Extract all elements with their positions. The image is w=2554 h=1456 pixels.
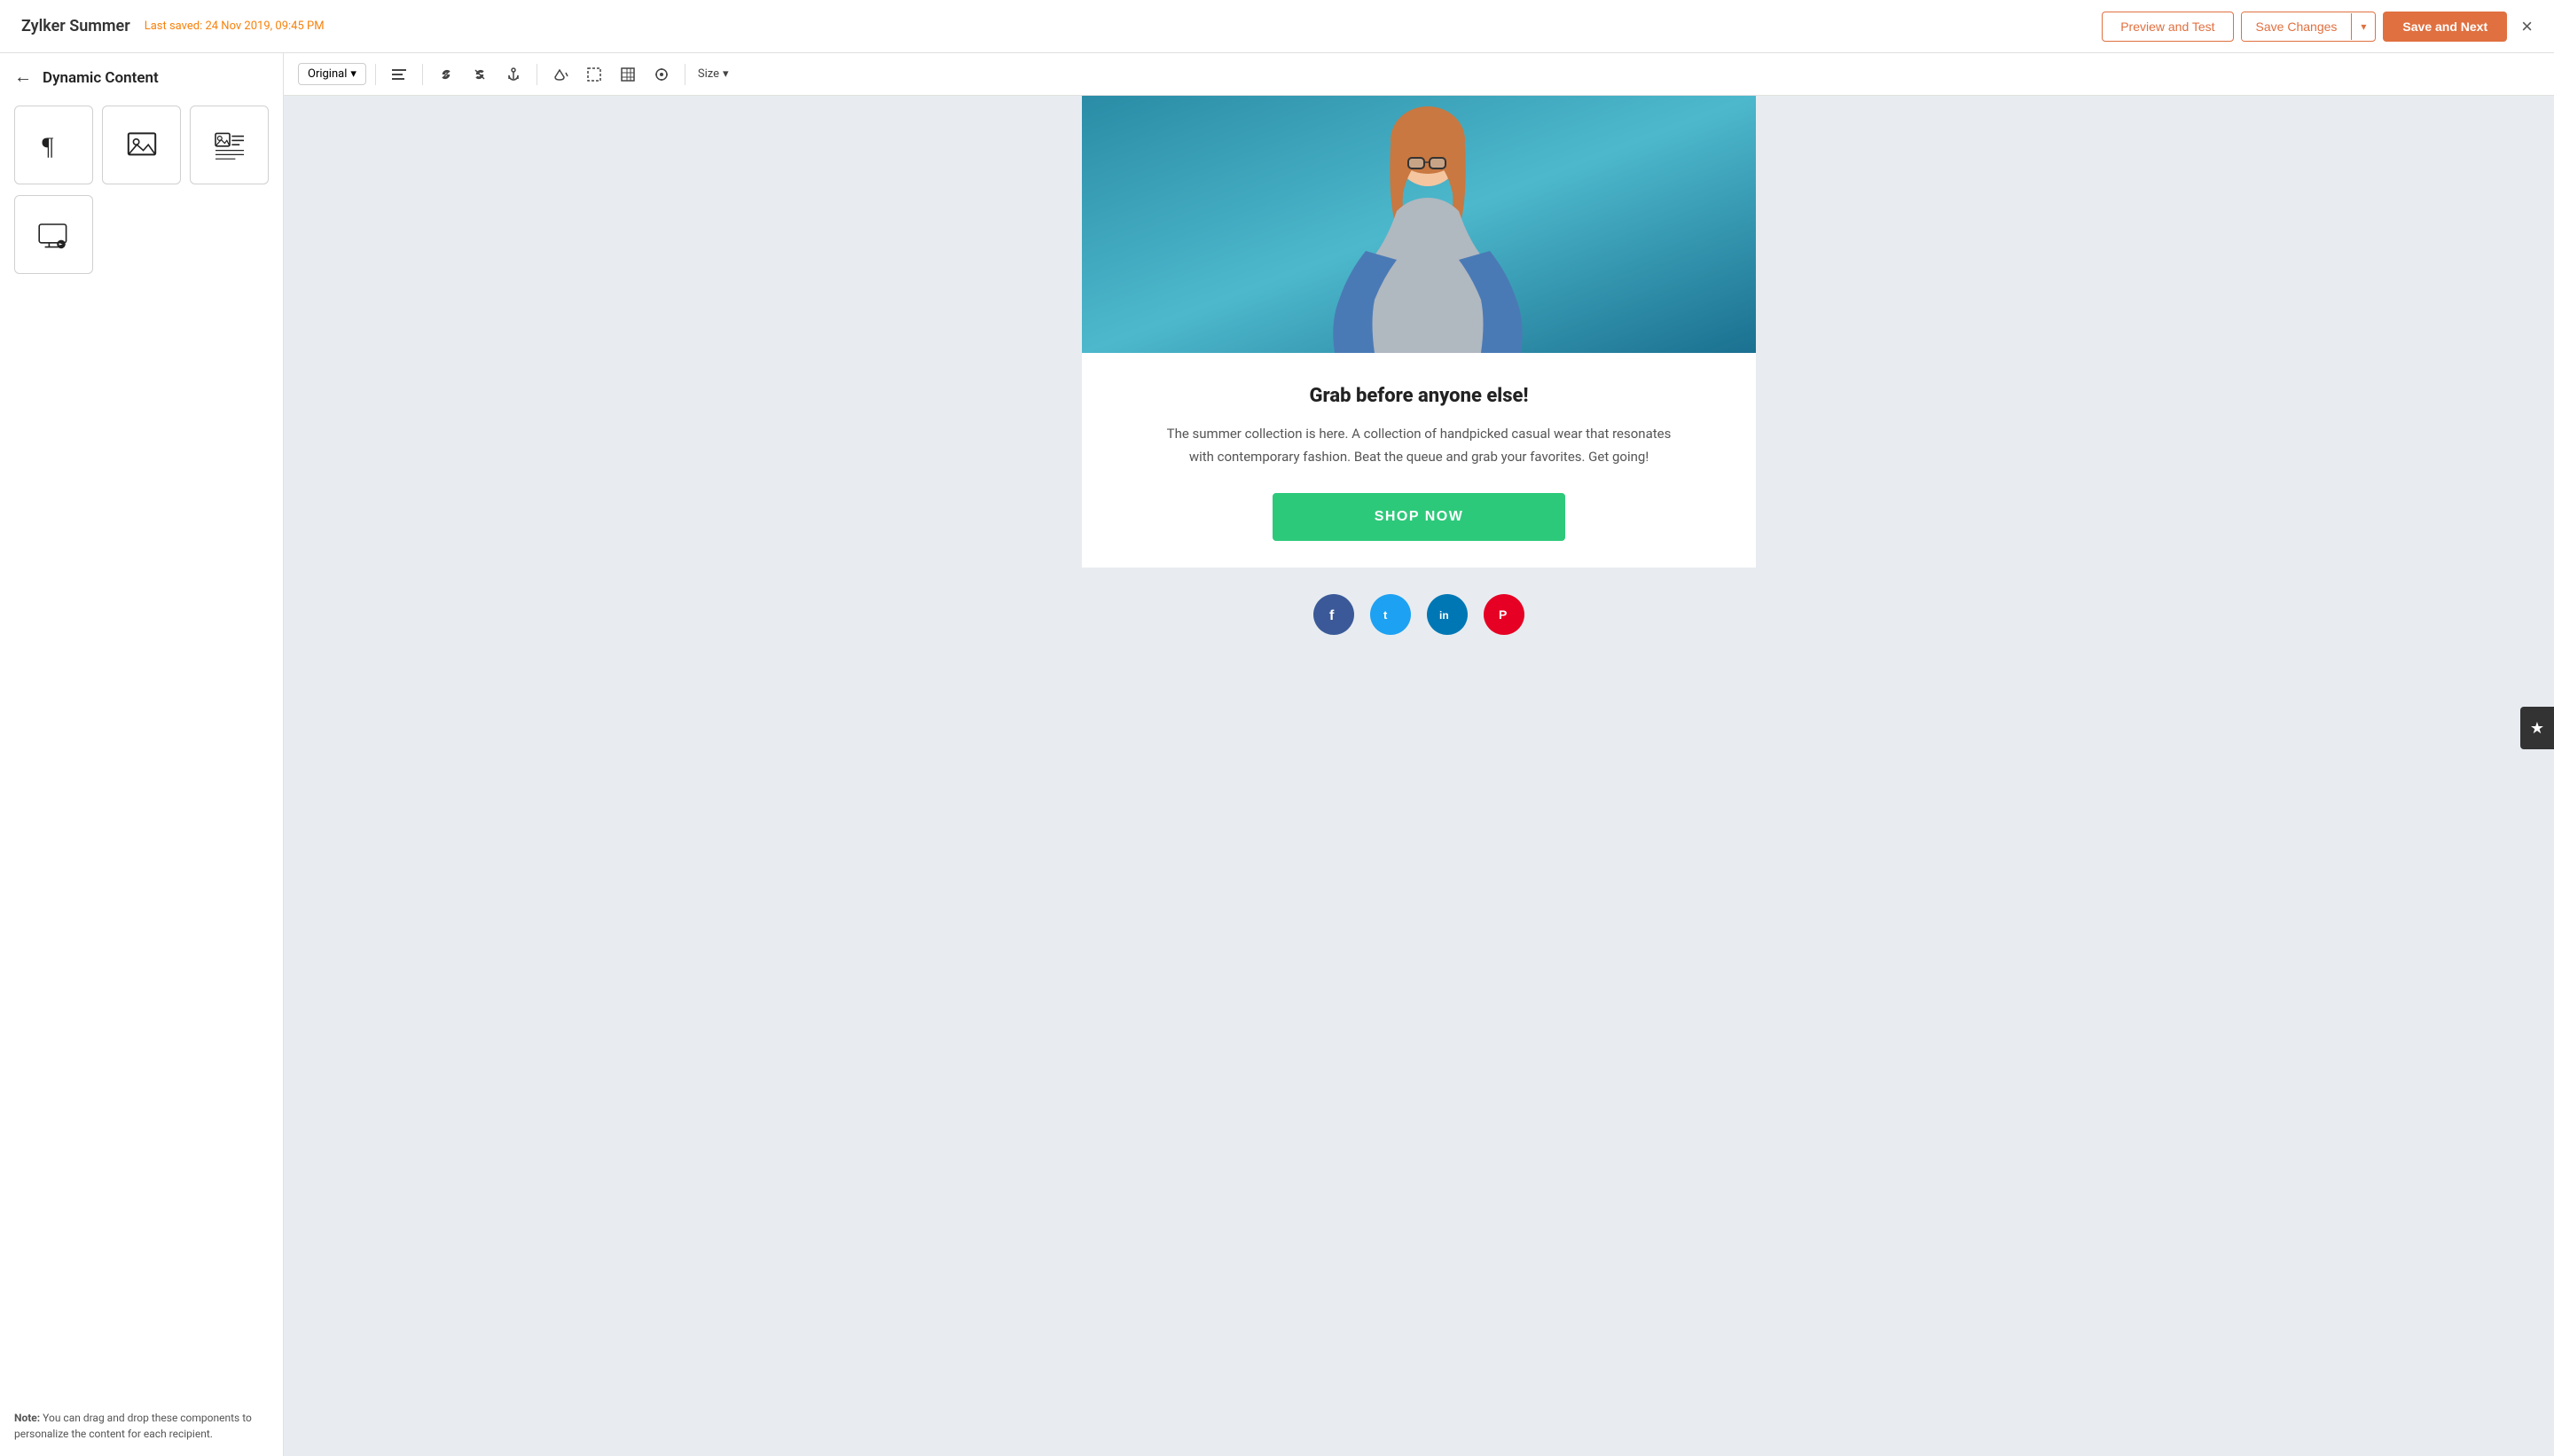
sidebar: ← Dynamic Content ¶ <box>0 53 284 1456</box>
sidebar-header: ← Dynamic Content <box>14 67 269 88</box>
save-changes-group: Save Changes ▾ <box>2241 12 2377 42</box>
sidebar-title: Dynamic Content <box>43 69 159 87</box>
favorites-star-button[interactable]: ★ <box>2520 707 2554 749</box>
back-button[interactable]: ← <box>14 67 32 88</box>
editor-panel: Original ▾ <box>284 53 2554 1456</box>
anchor-icon[interactable] <box>499 62 528 87</box>
svg-text:f: f <box>1329 608 1335 623</box>
pinterest-icon[interactable]: P <box>1484 594 1524 635</box>
save-changes-button[interactable]: Save Changes <box>2242 12 2352 41</box>
toolbar-divider-1 <box>375 64 376 85</box>
email-image-block[interactable] <box>1082 96 1756 353</box>
email-hero-image <box>1082 96 1756 353</box>
size-chevron-icon: ▾ <box>723 67 729 81</box>
twitter-icon[interactable]: t <box>1370 594 1411 635</box>
view-selector[interactable]: Original ▾ <box>298 63 366 85</box>
email-canvas: Grab before anyone else! The summer coll… <box>1082 96 1756 568</box>
sidebar-note-bold: Note: <box>14 1412 40 1424</box>
svg-text:t: t <box>1383 608 1388 622</box>
header: Zylker Summer Last saved: 24 Nov 2019, 0… <box>0 0 2554 53</box>
component-card-text[interactable]: ¶ <box>14 106 93 184</box>
svg-text:in: in <box>1439 609 1449 622</box>
svg-text:P: P <box>1499 607 1507 622</box>
align-icon[interactable] <box>385 62 413 87</box>
link-icon[interactable] <box>432 62 460 87</box>
view-label: Original <box>308 67 347 81</box>
component-card-image-text[interactable] <box>190 106 269 184</box>
header-right: Preview and Test Save Changes ▾ Save and… <box>2102 12 2533 42</box>
facebook-icon[interactable]: f <box>1313 594 1354 635</box>
table-icon[interactable] <box>614 62 642 87</box>
preview-test-button[interactable]: Preview and Test <box>2102 12 2233 42</box>
toolbar-divider-4 <box>685 64 686 85</box>
editor-area[interactable]: Grab before anyone else! The summer coll… <box>284 96 2554 1456</box>
last-saved-text: Last saved: 24 Nov 2019, 09:45 PM <box>145 20 325 33</box>
email-text-block: Grab before anyone else! The summer coll… <box>1082 353 1756 568</box>
email-heading: Grab before anyone else! <box>1153 385 1685 407</box>
component-grid-row2 <box>14 195 269 274</box>
close-button[interactable]: × <box>2521 15 2533 38</box>
size-label: Size <box>698 67 719 81</box>
svg-text:¶: ¶ <box>42 132 53 160</box>
view-chevron-icon: ▾ <box>350 67 356 81</box>
effects-icon[interactable] <box>647 62 676 87</box>
shop-now-button[interactable]: SHOP NOW <box>1273 493 1565 541</box>
linkedin-icon[interactable]: in <box>1427 594 1468 635</box>
toolbar-divider-2 <box>422 64 423 85</box>
unlink-icon[interactable] <box>466 62 494 87</box>
size-selector[interactable]: Size ▾ <box>698 67 729 81</box>
header-left: Zylker Summer Last saved: 24 Nov 2019, 0… <box>21 17 325 35</box>
social-row: f t in P <box>1313 568 1524 656</box>
fill-icon[interactable] <box>546 62 575 87</box>
main-layout: ← Dynamic Content ¶ <box>0 53 2554 1456</box>
component-card-image[interactable] <box>102 106 181 184</box>
email-body-text: The summer collection is here. A collect… <box>1153 423 1685 468</box>
sidebar-note: Note: You can drag and drop these compon… <box>14 1410 269 1442</box>
toolbar: Original ▾ <box>284 53 2554 96</box>
save-changes-dropdown[interactable]: ▾ <box>2351 13 2375 40</box>
select-icon[interactable] <box>580 62 608 87</box>
save-next-button[interactable]: Save and Next <box>2383 12 2507 42</box>
component-card-dynamic[interactable] <box>14 195 93 274</box>
component-grid-row1: ¶ <box>14 106 269 184</box>
sidebar-note-text: You can drag and drop these components t… <box>14 1412 252 1440</box>
app-title: Zylker Summer <box>21 17 130 35</box>
